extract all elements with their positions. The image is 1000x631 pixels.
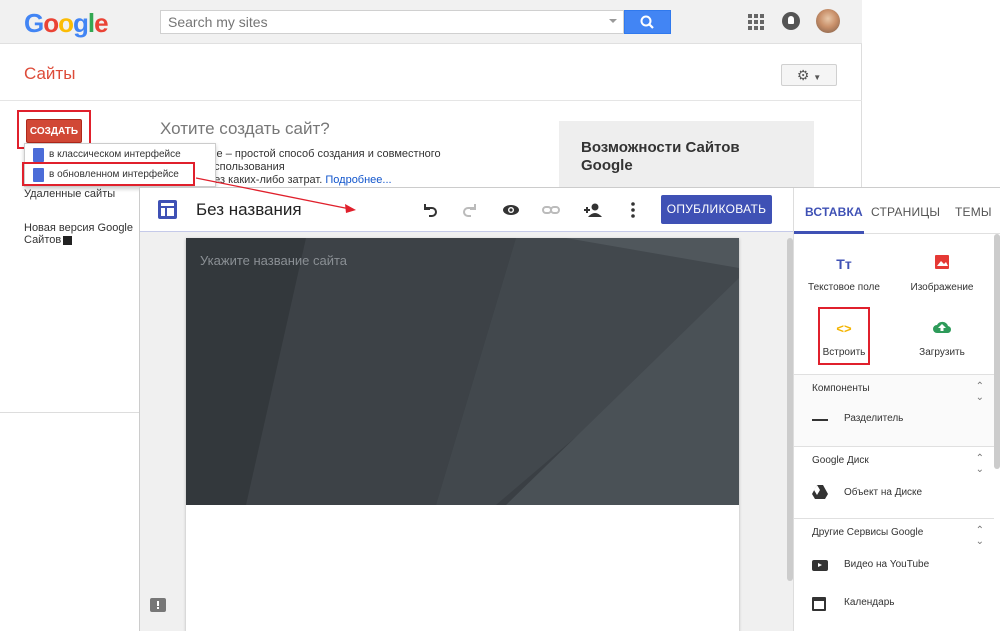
section-title[interactable]: Другие Сервисы Google — [812, 527, 923, 538]
image-icon — [932, 254, 952, 274]
features-title: Возможности Сайтов Google — [581, 139, 740, 174]
section-title[interactable]: Google Диск — [812, 455, 869, 466]
page-canvas[interactable]: Укажите название сайта — [186, 238, 739, 631]
new-sites-editor: Без названия ОПУБЛИКОВАТЬ Укажите назван… — [139, 187, 1000, 631]
sidebar-scrollbar[interactable] — [994, 234, 1000, 469]
apps-grid-icon[interactable] — [748, 14, 764, 30]
divider — [0, 100, 862, 101]
search-icon — [640, 15, 654, 29]
section-title[interactable]: Компоненты — [812, 383, 870, 394]
external-link-icon — [63, 235, 73, 245]
search-button[interactable] — [624, 10, 671, 34]
sites-icon — [33, 148, 44, 162]
gear-icon: ⚙ — [796, 67, 810, 83]
cloud-upload-icon — [932, 319, 952, 339]
caret-down-icon[interactable] — [609, 19, 617, 23]
section-drive: Google Диск ⌃ ⌄ Объект на Диске — [794, 446, 994, 518]
sites-logo-icon — [158, 200, 177, 219]
sidebar-tabs: ВСТАВКА СТРАНИЦЫ ТЕМЫ — [794, 188, 1000, 234]
editor-toolbar: Без названия ОПУБЛИКОВАТЬ — [140, 188, 793, 232]
youtube-icon — [812, 560, 828, 571]
drive-icon — [812, 485, 828, 499]
active-tab-indicator — [794, 231, 864, 234]
notifications-icon[interactable] — [782, 12, 800, 30]
highlight-box — [818, 307, 870, 365]
google-logo[interactable]: Google — [24, 8, 109, 39]
deleted-sites-link[interactable]: Удаленные сайты — [24, 188, 115, 200]
insert-text-box[interactable]: Tт Текстовое поле — [794, 254, 894, 293]
tab-insert[interactable]: ВСТАВКА — [805, 205, 863, 219]
page-title: Сайты — [24, 64, 76, 83]
new-version-link[interactable]: Новая версия Google Сайтов — [24, 222, 134, 246]
redo-icon[interactable] — [460, 200, 480, 220]
promo-description: gle – простой способ создания и совместн… — [208, 148, 441, 186]
top-bar: Google — [0, 0, 862, 44]
text-box-icon: Tт — [836, 256, 852, 272]
search-box — [160, 10, 624, 34]
chevron-down-icon: ▼ — [813, 73, 822, 82]
tab-pages[interactable]: СТРАНИЦЫ — [871, 205, 940, 219]
insert-sidebar: ВСТАВКА СТРАНИЦЫ ТЕМЫ Tт Текстовое поле … — [793, 188, 1000, 631]
hero-background — [186, 238, 739, 505]
add-person-icon[interactable] — [583, 200, 603, 220]
calendar-icon — [812, 597, 826, 611]
insert-divider[interactable]: Разделитель — [844, 413, 903, 424]
divider-icon — [812, 419, 828, 421]
preview-eye-icon[interactable] — [501, 200, 521, 220]
collapse-icon[interactable]: ⌃ ⌄ — [976, 525, 984, 547]
avatar[interactable] — [816, 9, 840, 33]
hero-banner[interactable]: Укажите название сайта — [186, 238, 739, 505]
insert-calendar[interactable]: Календарь — [844, 597, 894, 608]
collapse-icon[interactable]: ⌃ ⌄ — [976, 381, 984, 403]
settings-button[interactable]: ⚙ ▼ — [781, 64, 837, 86]
search-input[interactable] — [168, 14, 588, 30]
undo-icon[interactable] — [420, 200, 440, 220]
feedback-icon[interactable] — [150, 598, 166, 612]
collapse-icon[interactable]: ⌃ ⌄ — [976, 453, 984, 475]
insert-image[interactable]: Изображение — [892, 254, 992, 293]
link-icon[interactable] — [541, 200, 561, 220]
learn-more-link[interactable]: Подробнее... — [325, 174, 391, 186]
site-title-placeholder[interactable]: Укажите название сайта — [200, 253, 347, 268]
section-other-services: Другие Сервисы Google ⌃ ⌄ Видео на YouTub… — [794, 518, 994, 631]
more-vert-icon[interactable] — [623, 200, 643, 220]
insert-youtube[interactable]: Видео на YouTube — [844, 559, 929, 570]
features-card: Возможности Сайтов Google — [559, 121, 814, 191]
insert-upload[interactable]: Загрузить — [892, 319, 992, 358]
publish-button[interactable]: ОПУБЛИКОВАТЬ — [661, 195, 772, 224]
site-name[interactable]: Без названия — [196, 200, 302, 220]
tab-themes[interactable]: ТЕМЫ — [955, 205, 992, 219]
insert-drive-object[interactable]: Объект на Диске — [844, 487, 922, 498]
highlight-box — [22, 162, 195, 186]
promo-heading: Хотите создать сайт? — [160, 119, 330, 138]
section-components: Компоненты ⌃ ⌄ Разделитель — [794, 374, 994, 446]
